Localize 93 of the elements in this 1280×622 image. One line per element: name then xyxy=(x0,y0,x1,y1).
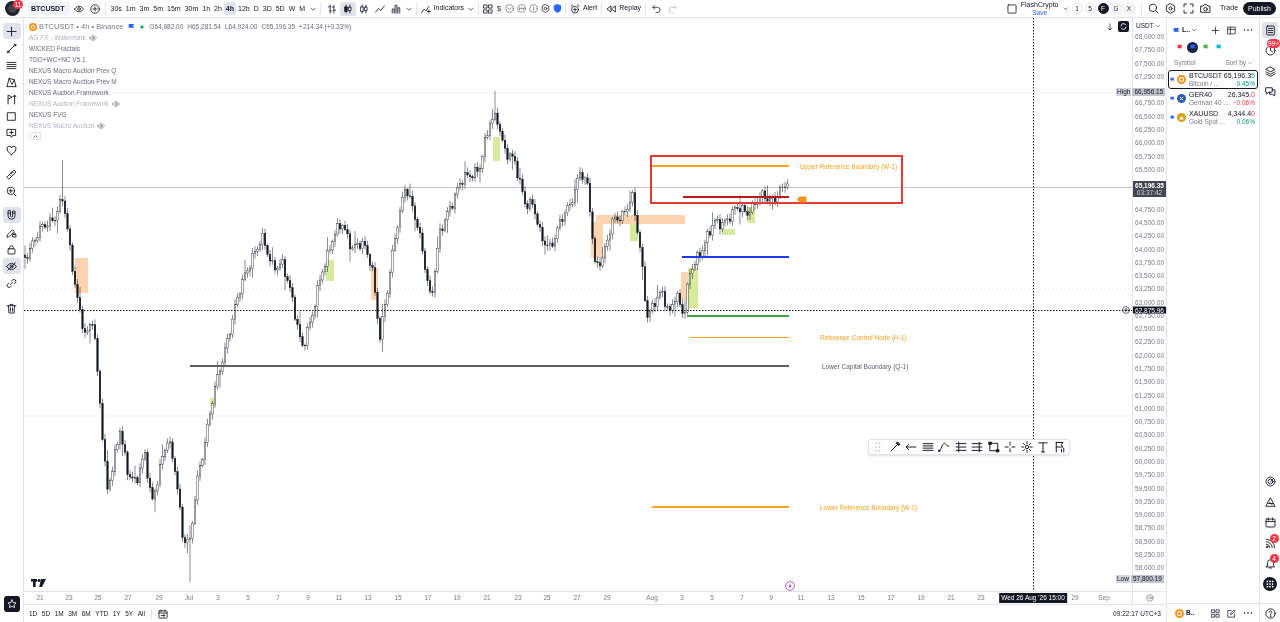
plus-circle-icon[interactable] xyxy=(1122,306,1130,314)
apps-icon[interactable] xyxy=(1263,577,1277,591)
heart-icon xyxy=(6,144,17,156)
calendar-icon[interactable] xyxy=(157,608,168,619)
rewind-icon xyxy=(606,3,617,14)
triangles-icon[interactable] xyxy=(1264,496,1276,508)
flag-icon[interactable] xyxy=(1053,441,1066,453)
horizontal-lines-icon[interactable] xyxy=(921,441,934,453)
gear-icon[interactable] xyxy=(1020,441,1033,453)
curve-icon[interactable] xyxy=(938,441,950,453)
edit-icon[interactable] xyxy=(1227,608,1236,618)
magnet-icon xyxy=(6,209,17,221)
fullscreen-icon[interactable] xyxy=(1182,3,1194,14)
square-icon[interactable] xyxy=(1006,3,1017,14)
arrow-left-icon[interactable] xyxy=(905,441,917,453)
note-icon xyxy=(6,127,17,139)
alarm-icon xyxy=(569,3,580,14)
pencil-lock-icon xyxy=(6,226,17,238)
settings-icon[interactable] xyxy=(540,4,550,13)
trash-icon xyxy=(6,302,17,314)
arrow-down-icon[interactable] xyxy=(1106,23,1114,31)
logo-icon[interactable] xyxy=(31,579,46,587)
calendar-icon[interactable] xyxy=(1264,517,1276,528)
text-tool-icon[interactable] xyxy=(1037,441,1049,453)
horizontal-lines-icon xyxy=(6,59,17,71)
pen-line-icon[interactable] xyxy=(888,441,901,453)
chevron-circle-icon[interactable] xyxy=(504,4,514,13)
rectangle-icon[interactable] xyxy=(987,441,1000,453)
cross-circle-icon xyxy=(1177,94,1186,103)
target-icon[interactable] xyxy=(1264,476,1276,487)
coin-icon xyxy=(29,22,37,31)
line-chart-icon xyxy=(374,3,385,14)
crosshair-icon xyxy=(6,25,17,37)
rectangle-icon xyxy=(6,110,17,122)
columns-icon xyxy=(390,3,401,14)
levels-icon[interactable] xyxy=(971,441,983,453)
chevron-down-icon[interactable] xyxy=(1191,27,1198,33)
tool-button[interactable] xyxy=(2,23,21,39)
trend-line-icon xyxy=(6,42,17,54)
eye-icon[interactable] xyxy=(74,3,84,14)
eye-off-icon xyxy=(6,260,17,272)
crosshair-icon[interactable] xyxy=(1004,441,1016,453)
table-icon[interactable] xyxy=(1227,25,1236,35)
pattern-icon xyxy=(6,76,17,88)
favorites-button[interactable] xyxy=(3,596,20,612)
list-icon xyxy=(1264,24,1276,36)
settings-icon[interactable] xyxy=(1165,3,1176,14)
grid-icon[interactable] xyxy=(483,3,493,14)
collapse-button[interactable] xyxy=(29,132,41,140)
fvg-zone xyxy=(722,229,735,235)
tool-button[interactable] xyxy=(2,207,21,223)
hollow-candles-icon xyxy=(358,3,369,14)
tool-button[interactable] xyxy=(2,258,21,274)
bar-chart-icon xyxy=(326,3,337,14)
link-icon xyxy=(6,277,17,289)
lock-icon xyxy=(6,243,17,255)
indicators-icon xyxy=(420,3,431,14)
chevron-down-icon xyxy=(1247,60,1253,66)
undo-icon[interactable] xyxy=(652,4,662,13)
help-icon[interactable] xyxy=(1264,607,1276,619)
candles-icon xyxy=(342,3,353,14)
coin-icon xyxy=(1175,608,1184,618)
coin-icon xyxy=(1177,75,1186,84)
zoom-in-icon xyxy=(6,185,17,197)
fvg-zone xyxy=(493,137,500,161)
search-icon[interactable] xyxy=(1147,3,1159,14)
price-tag-icon xyxy=(797,196,807,203)
ingot-coin-icon xyxy=(1177,113,1186,122)
clock-icon xyxy=(1264,45,1276,56)
chat-icon xyxy=(1264,86,1276,97)
sync-icon[interactable] xyxy=(1118,21,1129,32)
status-dot-icon xyxy=(139,23,146,30)
chevron-down-icon xyxy=(1154,23,1161,29)
grid-icon[interactable] xyxy=(1211,608,1220,618)
projection-icon xyxy=(6,93,17,105)
bell-icon[interactable] xyxy=(1264,558,1276,569)
add-icon[interactable] xyxy=(1211,25,1220,35)
bar-circle-icon[interactable] xyxy=(528,4,538,13)
ruler-icon xyxy=(6,168,17,180)
shield-icon[interactable] xyxy=(552,4,562,13)
sidebar-button[interactable] xyxy=(1262,22,1278,38)
add-icon[interactable] xyxy=(90,3,100,14)
lightning-icon[interactable] xyxy=(785,581,795,591)
wave-circle-icon[interactable] xyxy=(516,4,526,13)
layers-icon xyxy=(1264,65,1276,77)
chart-type-button[interactable] xyxy=(339,1,356,16)
broadcast-icon[interactable] xyxy=(1264,537,1276,549)
chevron-down-icon[interactable] xyxy=(1061,5,1069,12)
sidebar-button[interactable] xyxy=(1262,63,1278,79)
star-icon xyxy=(6,599,17,609)
chevron-up-icon xyxy=(31,132,39,140)
camera-icon[interactable] xyxy=(1200,3,1211,14)
levels-icon[interactable] xyxy=(954,441,967,453)
